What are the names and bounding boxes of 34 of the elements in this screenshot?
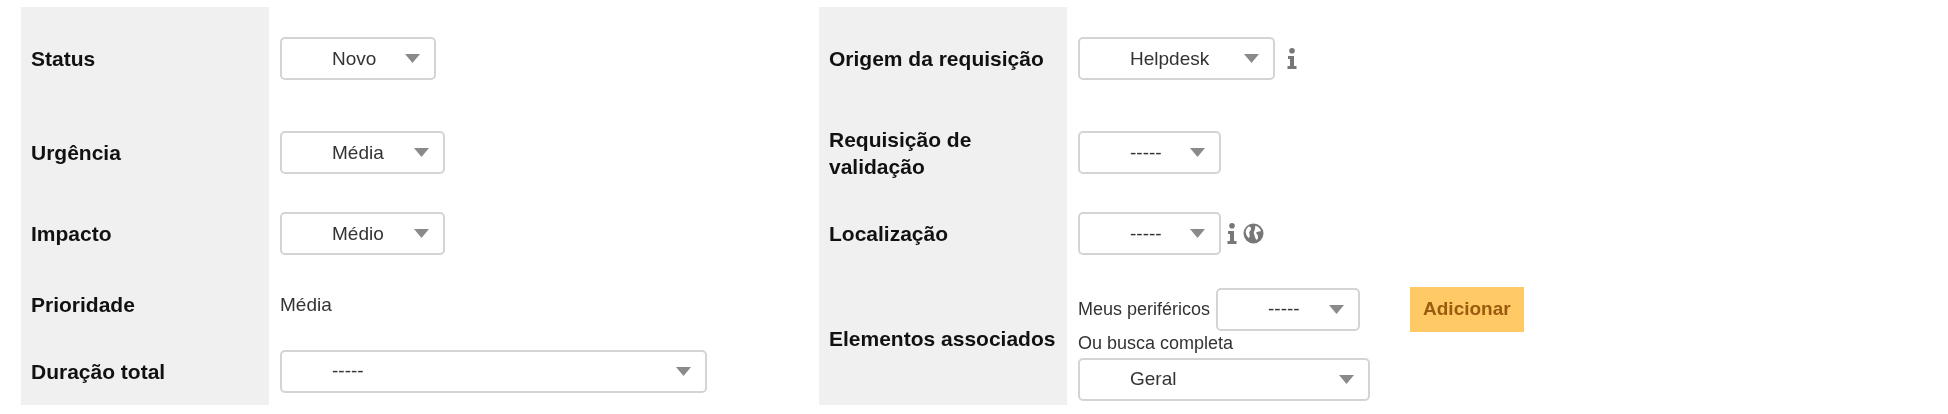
caret-icon [405,54,420,63]
caret-icon [1190,229,1205,238]
globe-icon [1243,223,1264,244]
field-label: Urgência [31,140,121,166]
caret-icon [1329,304,1345,314]
field-label: Impacto [31,221,112,247]
info-icon [1287,48,1297,69]
field-label: Elementos associados [829,326,1056,352]
caret-icon [414,148,429,157]
dropdown[interactable]: ----- [1216,287,1361,331]
field-label: Localização [829,221,949,247]
dropdown[interactable]: ----- [280,349,707,393]
field-label: Requisição de validação [829,126,973,180]
dropdown[interactable]: Novo [280,37,436,80]
caret-icon [676,366,691,376]
caret-icon [414,229,429,238]
field-caption: Ou busca completa [1078,332,1235,354]
field-label: Duração total [31,358,166,385]
dropdown[interactable]: Helpdesk [1078,37,1275,80]
field-label: Status [31,46,96,72]
dropdown[interactable]: ----- [1078,212,1221,255]
caret-icon [1339,374,1354,384]
field-caption: Meus periféricos [1078,298,1211,320]
caret-icon [1244,54,1259,63]
dropdown[interactable]: Geral [1078,357,1370,401]
caret-icon [1190,148,1205,157]
field-label: Prioridade [31,292,135,318]
info-icon [1227,223,1237,244]
dropdown[interactable]: ----- [1078,131,1221,174]
field-label: Origem da requisição [829,46,1044,72]
field-value: Média [280,293,332,316]
dropdown[interactable]: Médio [280,212,445,255]
dropdown[interactable]: Média [280,131,445,174]
add-button[interactable]: Adicionar [1410,286,1524,332]
